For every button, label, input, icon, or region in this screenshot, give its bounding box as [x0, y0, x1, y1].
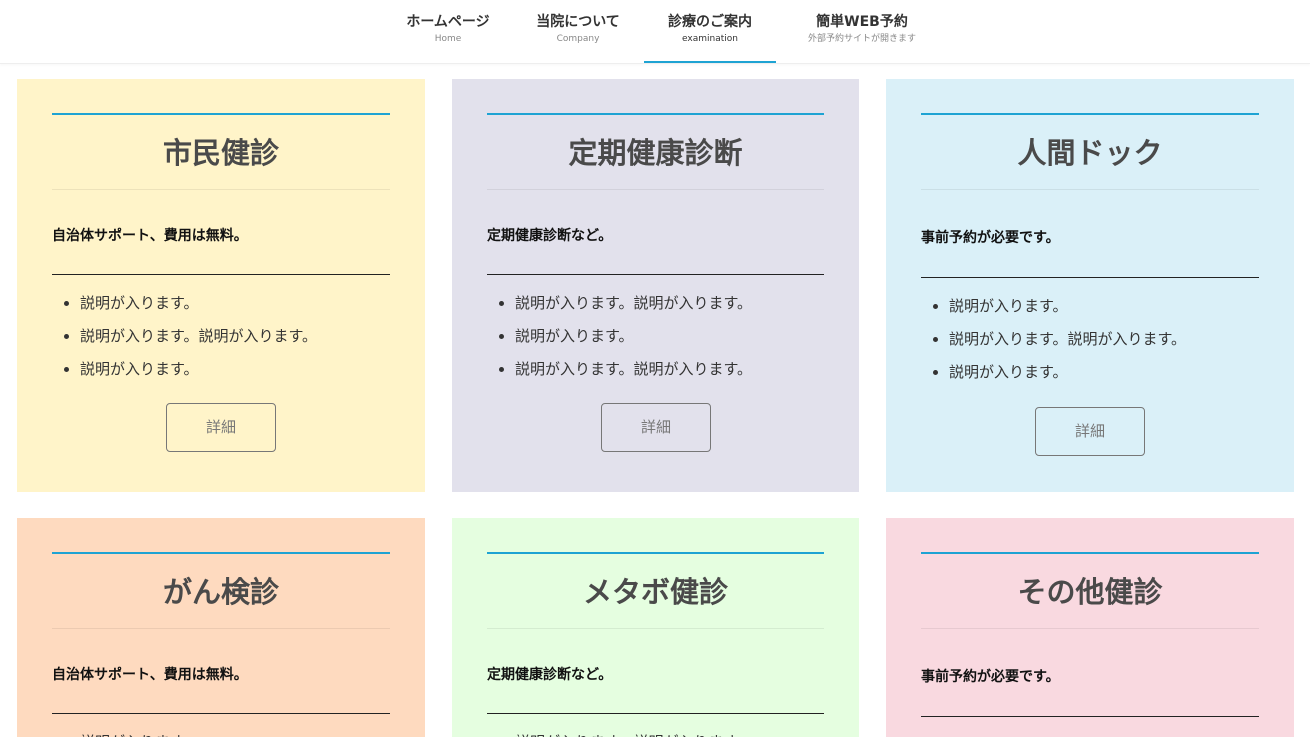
nav-home-sublabel: Home [434, 34, 462, 44]
card-lead: 自治体サポート、費用は無料。 [52, 667, 248, 683]
card-divider [921, 716, 1259, 717]
card-human-dock: 人間ドック 事前予約が必要です。 説明が入ります。 説明が入ります。説明が入りま… [886, 79, 1294, 492]
nav-company[interactable]: 当院について Company [524, 0, 632, 63]
card-divider [52, 274, 390, 275]
list-item: 説明が入ります。 [80, 287, 405, 320]
card-accent-line [487, 113, 824, 115]
card-lead: 自治体サポート、費用は無料。 [52, 228, 248, 244]
card-title-divider [921, 628, 1259, 629]
card-title-divider [487, 189, 824, 190]
card-accent-line [921, 113, 1259, 115]
card-title-divider [52, 189, 390, 190]
card-divider [921, 277, 1259, 278]
list-item: 説明が入ります。説明が入ります。 [515, 726, 839, 737]
list-item: 説明が入ります。 [80, 726, 405, 737]
card-lead: 定期健康診断など。 [487, 667, 613, 683]
nav-home[interactable]: ホームページ Home [396, 0, 500, 63]
nav-web-reservation-label: 簡単WEB予約 [816, 14, 908, 30]
card-accent-line [921, 552, 1259, 554]
card-title-divider [487, 628, 824, 629]
list-item: 説明が入ります。 [949, 729, 1274, 737]
card-citizen-checkup: 市民健診 自治体サポート、費用は無料。 説明が入ります。 説明が入ります。説明が… [17, 79, 425, 492]
card-cancer-screening: がん検診 自治体サポート、費用は無料。 説明が入ります。 [17, 518, 425, 737]
nav-company-label: 当院について [536, 14, 620, 30]
card-title-divider [921, 189, 1259, 190]
nav-company-sublabel: Company [556, 34, 600, 44]
list-item: 説明が入ります。説明が入ります。 [515, 353, 839, 386]
nav-examination-sublabel: examination [682, 34, 738, 44]
list-item: 説明が入ります。 [515, 320, 839, 353]
list-item: 説明が入ります。 [949, 290, 1274, 323]
details-button[interactable]: 詳細 [166, 403, 276, 452]
list-item: 説明が入ります。 [80, 353, 405, 386]
list-item: 説明が入ります。説明が入ります。 [80, 320, 405, 353]
list-item: 説明が入ります。 [949, 356, 1274, 389]
card-title: その他健診 [1017, 575, 1163, 609]
card-description-list: 説明が入ります。説明が入ります。 説明が入ります。 説明が入ります。説明が入りま… [487, 287, 839, 386]
card-lead: 事前予約が必要です。 [921, 669, 1060, 685]
card-lead: 定期健康診断など。 [487, 228, 613, 244]
nav-web-reservation[interactable]: 簡単WEB予約 外部予約サイトが開きます [794, 0, 930, 63]
card-title-divider [52, 628, 390, 629]
card-description-list: 説明が入ります。 説明が入ります。説明が入ります。 説明が入ります。 [921, 290, 1274, 389]
card-description-list: 説明が入ります。 [52, 726, 405, 737]
card-other-checkup: その他健診 事前予約が必要です。 説明が入ります。 [886, 518, 1294, 737]
details-button[interactable]: 詳細 [1035, 407, 1145, 456]
nav-examination-label: 診療のご案内 [668, 14, 752, 30]
card-title: 人間ドック [1017, 136, 1163, 170]
card-metabolic-checkup: メタボ健診 定期健康診断など。 説明が入ります。説明が入ります。 [452, 518, 859, 737]
card-title: がん検診 [162, 575, 279, 609]
card-accent-line [52, 552, 390, 554]
card-title: 定期健康診断 [568, 136, 743, 170]
nav-examination[interactable]: 診療のご案内 examination [644, 0, 776, 63]
card-accent-line [52, 113, 390, 115]
card-description-list: 説明が入ります。説明が入ります。 [487, 726, 839, 737]
details-button[interactable]: 詳細 [601, 403, 711, 452]
card-divider [52, 713, 390, 714]
card-description-list: 説明が入ります。 [921, 729, 1274, 737]
card-divider [487, 713, 824, 714]
card-accent-line [487, 552, 824, 554]
list-item: 説明が入ります。説明が入ります。 [515, 287, 839, 320]
card-divider [487, 274, 824, 275]
card-lead: 事前予約が必要です。 [921, 230, 1060, 246]
card-regular-checkup: 定期健康診断 定期健康診断など。 説明が入ります。説明が入ります。 説明が入りま… [452, 79, 859, 492]
card-description-list: 説明が入ります。 説明が入ります。説明が入ります。 説明が入ります。 [52, 287, 405, 386]
top-nav: ホームページ Home 当院について Company 診療のご案内 examin… [0, 0, 1310, 64]
nav-web-reservation-sublabel: 外部予約サイトが開きます [807, 34, 916, 44]
list-item: 説明が入ります。説明が入ります。 [949, 323, 1274, 356]
card-title: 市民健診 [162, 136, 279, 170]
card-title: メタボ健診 [582, 575, 728, 609]
nav-home-label: ホームページ [406, 14, 490, 30]
